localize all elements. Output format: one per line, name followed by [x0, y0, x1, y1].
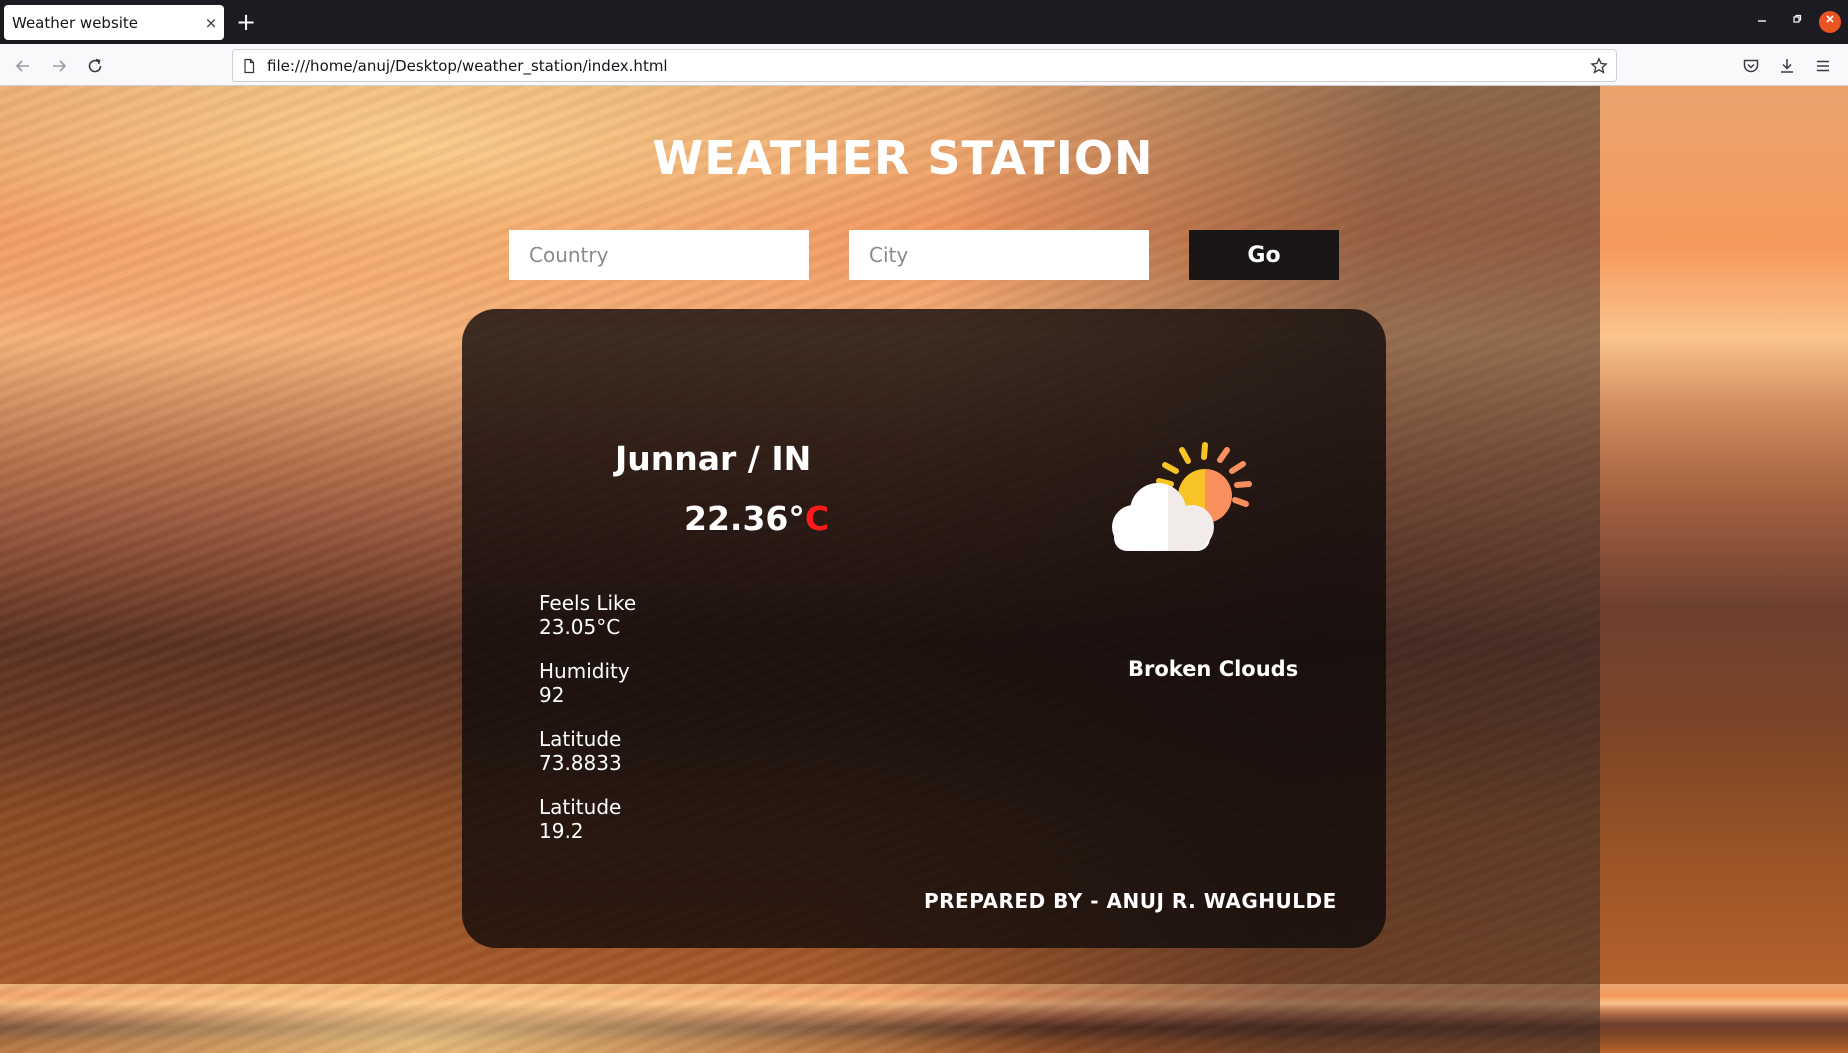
background-image-repeat: [1600, 86, 1848, 984]
new-tab-button[interactable]: +: [232, 8, 260, 36]
latitude-label-2: Latitude: [539, 795, 622, 819]
back-arrow-icon[interactable]: [10, 53, 36, 79]
feels-like-label: Feels Like: [539, 591, 637, 615]
bookmark-star-icon[interactable]: [1590, 56, 1608, 75]
temperature-unit: C: [804, 499, 830, 538]
humidity-value: 92: [539, 683, 565, 707]
reload-icon[interactable]: [82, 53, 108, 79]
background-image-repeat-corner: [1600, 984, 1848, 1053]
feels-like-value: 23.05°C: [539, 615, 621, 639]
browser-tab-bar: Weather website × +: [0, 0, 1848, 44]
restore-icon[interactable]: [1786, 11, 1808, 33]
forward-arrow-icon[interactable]: [46, 53, 72, 79]
minimize-icon[interactable]: [1751, 11, 1773, 33]
temperature: 22.36°C: [684, 499, 829, 538]
tab-title: Weather website: [12, 13, 139, 32]
latitude-value-2: 19.2: [539, 819, 584, 843]
background-image-repeat-bottom: [0, 984, 1600, 1053]
browser-tab[interactable]: Weather website ×: [4, 5, 224, 40]
credit-text: PREPARED BY - ANUJ R. WAGHULDE: [924, 889, 1337, 913]
address-bar[interactable]: file:///home/anuj/Desktop/weather_statio…: [232, 49, 1617, 82]
pocket-icon[interactable]: [1738, 53, 1764, 79]
humidity-label: Humidity: [539, 659, 630, 683]
page-content: WEATHER STATION Go Junnar / IN 22.36°C F…: [0, 86, 1600, 984]
city-input[interactable]: [849, 230, 1149, 280]
tab-close-icon[interactable]: ×: [198, 14, 224, 32]
page-title: WEATHER STATION: [652, 131, 1154, 185]
page-viewport: WEATHER STATION Go Junnar / IN 22.36°C F…: [0, 86, 1848, 1053]
window-close-icon[interactable]: [1819, 11, 1841, 33]
weather-description: Broken Clouds: [1128, 657, 1299, 681]
latitude-label: Latitude: [539, 727, 622, 751]
location-title: Junnar / IN: [615, 439, 812, 478]
latitude-value: 73.8833: [539, 751, 622, 775]
browser-nav-bar: file:///home/anuj/Desktop/weather_statio…: [0, 44, 1848, 86]
page-icon: [241, 58, 257, 74]
downloads-icon[interactable]: [1774, 53, 1800, 79]
menu-hamburger-icon[interactable]: [1810, 53, 1836, 79]
temperature-value: 22.36°: [684, 499, 805, 538]
country-input[interactable]: [509, 230, 809, 280]
go-button[interactable]: Go: [1189, 230, 1339, 280]
weather-card: Junnar / IN 22.36°C Feels Like 23.05°C H…: [462, 309, 1386, 948]
url-text: file:///home/anuj/Desktop/weather_statio…: [267, 56, 668, 75]
partly-cloudy-icon: [1112, 442, 1252, 551]
